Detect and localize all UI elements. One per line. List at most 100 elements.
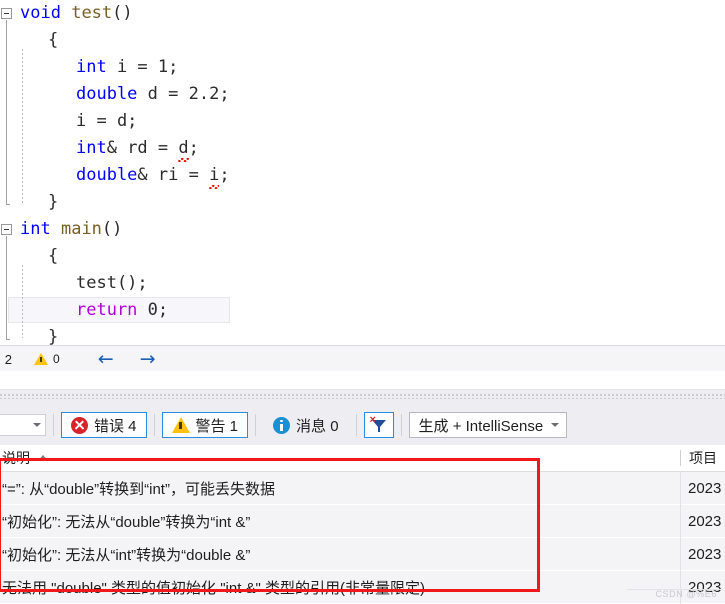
- code-line[interactable]: {: [0, 27, 230, 54]
- code-line[interactable]: int i = 1;: [0, 54, 230, 81]
- cell-description: “初始化”: 无法从“int”转换为“double &”: [2, 546, 251, 564]
- code-token: ;: [219, 165, 230, 185]
- code-token: ;: [188, 138, 199, 158]
- code-token: i = d;: [76, 111, 138, 131]
- warning-icon: [34, 353, 48, 365]
- forward-arrow-icon[interactable]: →: [140, 349, 156, 369]
- code-token: test: [71, 3, 113, 23]
- code-token: int: [76, 57, 107, 77]
- status-warning-count: 0: [53, 352, 60, 366]
- code-line[interactable]: void test(): [0, 0, 230, 27]
- code-line[interactable]: return 0;: [0, 297, 230, 324]
- code-token: {: [48, 30, 59, 50]
- status-warning-group: 0: [34, 352, 60, 366]
- toolbar-separator: [355, 414, 357, 436]
- cell-description: “=”: 从“double”转换到“int”，可能丢失数据: [2, 480, 275, 498]
- column-header-description-label: 说明: [2, 450, 30, 466]
- splitter-grip[interactable]: [0, 394, 725, 399]
- status-nav-arrows[interactable]: ← →: [98, 349, 156, 369]
- collapse-toggle-icon[interactable]: [1, 224, 12, 235]
- cell-project: 2023: [688, 512, 722, 530]
- code-token: 0: [147, 300, 158, 320]
- code-line[interactable]: double d = 2.2;: [0, 81, 230, 108]
- code-token: void: [20, 3, 61, 23]
- code-token: return: [76, 300, 138, 320]
- code-line[interactable]: test();: [0, 270, 230, 297]
- toolbar-separator: [153, 414, 155, 436]
- sort-ascending-icon: [38, 455, 48, 461]
- back-arrow-icon[interactable]: ←: [98, 349, 114, 369]
- code-indent-guide: [22, 49, 23, 203]
- editor-status-bar: 2 0 ← →: [0, 345, 725, 373]
- code-line[interactable]: i = d;: [0, 108, 230, 135]
- column-header-description[interactable]: 说明: [0, 448, 680, 468]
- code-token: int: [20, 219, 51, 239]
- cell-project: 2023: [688, 479, 722, 497]
- code-line[interactable]: }: [0, 189, 230, 216]
- code-structure-guide: [6, 20, 10, 205]
- code-token: (): [112, 3, 133, 23]
- grid-column-separator: [680, 472, 681, 604]
- column-header-project[interactable]: 项目: [681, 448, 717, 468]
- cell-description: 无法用 "double" 类型的值初始化 "int &" 类型的引用(非常量限定…: [2, 579, 426, 597]
- code-token: main: [60, 219, 102, 239]
- panel-splitter[interactable]: [0, 389, 725, 406]
- code-token: ;: [157, 300, 169, 320]
- error-icon: [71, 416, 88, 434]
- code-line[interactable]: int& rd = d;: [0, 135, 230, 162]
- clear-filter-icon: ×: [369, 415, 389, 435]
- code-token: {: [48, 246, 59, 266]
- error-list-grid[interactable]: 说明 项目 “=”: 从“double”转换到“int”，可能丢失数据 2023 “…: [0, 445, 725, 604]
- code-token: }: [48, 327, 59, 345]
- code-token: test();: [76, 273, 148, 293]
- visual-studio-window: void test(){int i = 1; double d = 2.2; i =…: [0, 0, 725, 604]
- code-token: d =: [137, 84, 189, 104]
- error-list-toolbar: 错误 4 警告 1 消息 0 × 生成 + IntelliSense: [0, 405, 725, 445]
- collapse-toggle-icon[interactable]: [1, 8, 12, 19]
- code-line[interactable]: }: [0, 324, 230, 345]
- code-editor[interactable]: void test(){int i = 1; double d = 2.2; i =…: [0, 0, 725, 345]
- table-row[interactable]: “=”: 从“double”转换到“int”，可能丢失数据 2023: [0, 472, 725, 505]
- table-row[interactable]: “初始化”: 无法从“int”转换为“double &” 2023: [0, 538, 725, 571]
- code-line[interactable]: {: [0, 243, 230, 270]
- code-token: i =: [106, 57, 158, 77]
- info-icon: [273, 416, 291, 434]
- code-token: }: [48, 192, 59, 212]
- cell-description: “初始化”: 无法从“double”转换为“int &”: [2, 513, 251, 531]
- code-text[interactable]: void test(){int i = 1; double d = 2.2; i =…: [0, 0, 230, 345]
- grid-header-row: 说明 项目: [0, 445, 725, 472]
- code-token: 2.2: [188, 84, 220, 104]
- toolbar-separator: [400, 414, 402, 436]
- messages-filter-button[interactable]: 消息 0: [263, 412, 349, 438]
- code-token: ;: [168, 57, 179, 77]
- warning-icon: [171, 417, 190, 433]
- error-squiggle-token: d: [178, 138, 189, 158]
- scope-combo[interactable]: [0, 414, 46, 436]
- toolbar-separator: [255, 414, 257, 436]
- chevron-down-icon: [551, 423, 560, 427]
- warnings-filter-label: 警告 1: [195, 417, 239, 435]
- code-structure-guide: [6, 236, 10, 340]
- panel-gap: [0, 371, 725, 389]
- warnings-filter-button[interactable]: 警告 1: [161, 412, 249, 438]
- code-line[interactable]: int main(): [0, 216, 230, 243]
- clear-filter-button[interactable]: ×: [363, 412, 394, 438]
- code-token: (): [101, 219, 123, 239]
- code-indent-guide: [22, 265, 23, 338]
- table-row[interactable]: “初始化”: 无法从“double”转换为“int &” 2023: [0, 505, 725, 538]
- source-combo[interactable]: 生成 + IntelliSense: [408, 412, 568, 438]
- table-row[interactable]: 无法用 "double" 类型的值初始化 "int &" 类型的引用(非常量限定…: [0, 571, 725, 604]
- errors-filter-button[interactable]: 错误 4: [61, 412, 147, 438]
- grid-body[interactable]: “=”: 从“double”转换到“int”，可能丢失数据 2023 “初始化”: …: [0, 472, 725, 604]
- code-token: double: [76, 84, 138, 104]
- code-line[interactable]: double& ri = i;: [0, 162, 230, 189]
- chevron-down-icon: [33, 423, 41, 427]
- watermark-text: CSDN @%E6: [655, 589, 717, 599]
- code-token: int: [76, 138, 107, 158]
- errors-filter-label: 错误 4: [94, 417, 137, 435]
- code-token: ;: [219, 84, 230, 104]
- code-token: 1: [157, 57, 169, 77]
